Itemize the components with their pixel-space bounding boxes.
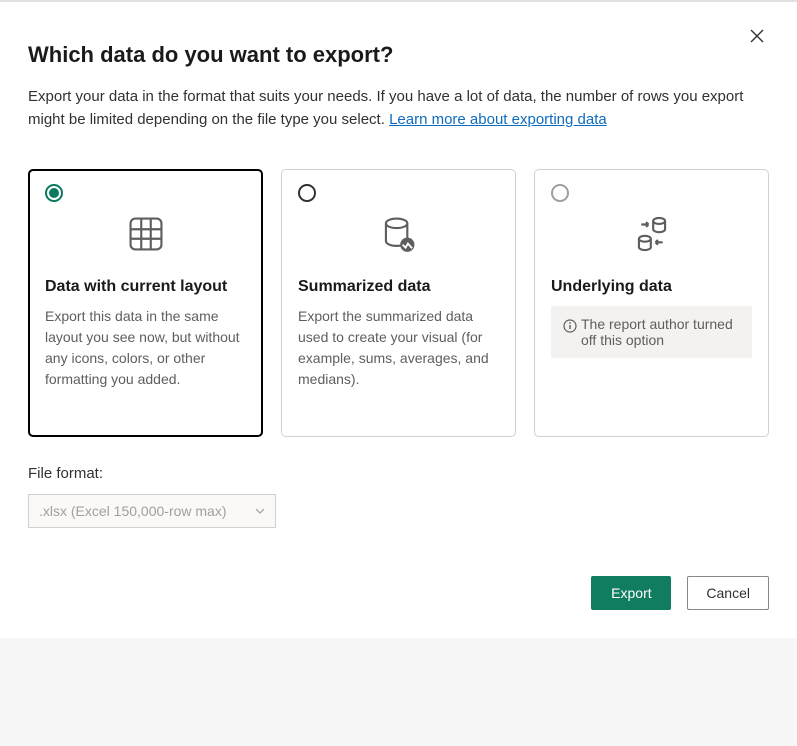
radio-icon [45,184,63,202]
info-text: The report author turned off this option [581,316,740,348]
file-format-select[interactable]: .xlsx (Excel 150,000-row max) [28,494,276,528]
database-chart-icon [298,210,499,258]
option-summarized[interactable]: Summarized data Export the summarized da… [281,169,516,437]
radio-icon [551,184,569,202]
option-current-layout[interactable]: Data with current layout Export this dat… [28,169,263,437]
intro-text: Export your data in the format that suit… [28,88,743,128]
file-format-label: File format: [28,465,769,482]
option-title: Summarized data [298,278,499,296]
info-icon [563,319,577,333]
disabled-info: The report author turned off this option [551,306,752,358]
learn-more-link[interactable]: Learn more about exporting data [389,111,607,128]
close-button[interactable] [745,24,769,48]
export-button[interactable]: Export [591,576,671,610]
dialog-intro: Export your data in the format that suit… [28,86,748,131]
option-title: Data with current layout [45,278,246,296]
option-title: Underlying data [551,278,752,296]
radio-icon [298,184,316,202]
grid-icon [45,210,246,258]
database-transfer-icon [551,210,752,258]
option-desc: Export the summarized data used to creat… [298,306,499,390]
file-format-value: .xlsx (Excel 150,000-row max) [39,503,227,519]
close-icon [749,28,765,44]
export-dialog: Which data do you want to export? Export… [0,0,797,638]
option-underlying: Underlying data The report author turned… [534,169,769,437]
export-options: Data with current layout Export this dat… [28,169,769,437]
dialog-footer: Export Cancel [28,576,769,610]
cancel-button[interactable]: Cancel [687,576,769,610]
dialog-title: Which data do you want to export? [28,42,769,68]
chevron-down-icon [255,506,265,516]
option-desc: Export this data in the same layout you … [45,306,246,390]
